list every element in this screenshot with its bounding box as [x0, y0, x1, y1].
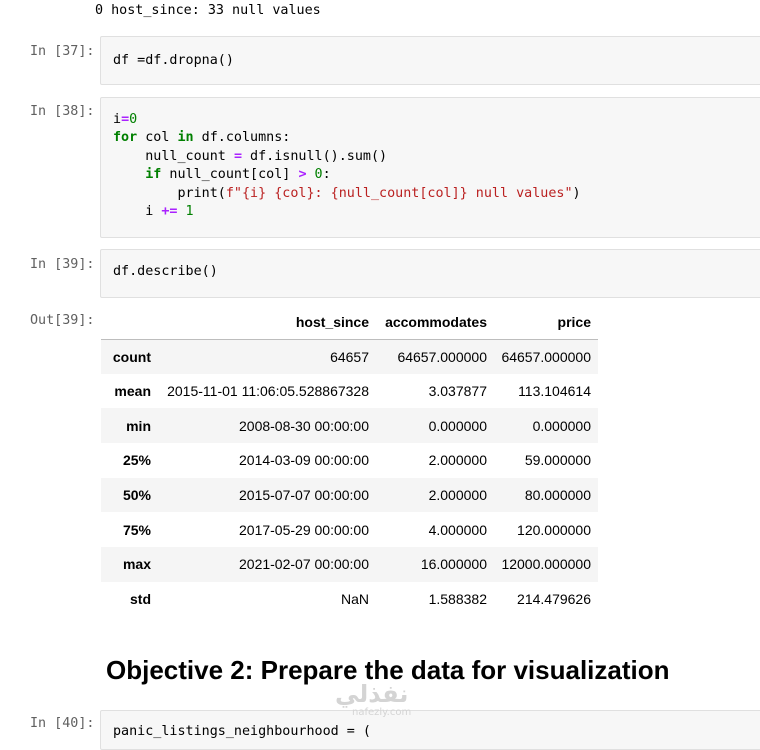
previous-output: 0 host_since: 33 null values — [95, 3, 321, 18]
code-token: for — [113, 130, 138, 146]
row-label: mean — [114, 383, 151, 400]
cell-40-code[interactable]: panic_listings_neighbourhood = ( — [101, 711, 760, 741]
cell-39-code[interactable]: df.describe() — [101, 250, 760, 281]
table-cell: 2.000000 — [428, 452, 487, 469]
code-token: df.isnull().sum() — [242, 148, 388, 164]
cell-38-code[interactable]: i=0 for col in df.columns: null_count = … — [101, 98, 760, 221]
table-cell: 2008-08-30 00:00:00 — [239, 417, 369, 434]
code-token: f"{i} {col}: {null_count[col]} null valu… — [225, 185, 573, 201]
table-cell: 0.000000 — [532, 417, 591, 434]
table-row: 50% 2015-07-07 00:00:00 2.000000 80.000000 — [101, 477, 598, 513]
table-cell: 2.000000 — [428, 487, 487, 504]
code-token: print( — [113, 185, 226, 201]
code-token: ) — [572, 185, 581, 201]
cell-38-prompt: In [38]: — [30, 104, 95, 119]
row-label: 50% — [122, 487, 151, 504]
code-token: in — [177, 130, 194, 146]
table-cell: 16.000000 — [420, 556, 487, 573]
code-token: > — [298, 167, 307, 183]
code-token: null_count[col] — [161, 167, 299, 183]
table-cell: 64657.000000 — [501, 348, 591, 365]
code-token: = — [121, 112, 130, 127]
table-cell: NaN — [340, 591, 369, 608]
table-cell: 64657 — [330, 348, 369, 365]
code-token: = — [233, 148, 242, 164]
table-header-row: host_since accommodates price — [101, 305, 598, 340]
table-index-header — [101, 305, 158, 340]
table-cell: 120.000000 — [517, 521, 591, 538]
table-cell: 64657.000000 — [397, 348, 487, 365]
row-label: 75% — [122, 521, 151, 538]
table-row: mean 2015-11-01 11:06:05.528867328 3.03787… — [101, 374, 598, 409]
column-header: host_since — [158, 305, 376, 340]
table-cell: 80.000000 — [524, 487, 591, 504]
cell-37-code-editor[interactable]: df =df.dropna() — [100, 36, 760, 85]
table-cell: 4.000000 — [428, 521, 487, 538]
code-token: += — [161, 204, 178, 220]
row-label: 25% — [122, 452, 151, 469]
table-row: 25% 2014-03-09 00:00:00 2.000000 59.000000 — [101, 443, 598, 478]
table-cell: 113.104614 — [518, 383, 591, 400]
code-token: i — [113, 112, 122, 127]
column-header: price — [494, 305, 598, 340]
code-token: i — [113, 204, 162, 220]
cell-37-prompt: In [37]: — [30, 44, 95, 59]
table-row: min 2008-08-30 00:00:00 0.000000 0.000000 — [101, 408, 598, 444]
code-token: 0 — [129, 112, 138, 127]
table-row: 75% 2017-05-29 00:00:00 4.000000 120.000000 — [101, 512, 598, 547]
row-label: std — [130, 591, 151, 608]
cell-40-code-editor[interactable]: panic_listings_neighbourhood = ( — [100, 710, 760, 750]
table-cell: 3.037877 — [428, 383, 487, 400]
cell-40-prompt: In [40]: — [30, 716, 95, 731]
code-token: col — [137, 130, 178, 146]
table-row: max 2021-02-07 00:00:00 16.000000 12000.000… — [101, 547, 598, 582]
cell-39-prompt: In [39]: — [30, 257, 95, 272]
code-token: df.columns: — [193, 130, 291, 146]
table-cell: 2014-03-09 00:00:00 — [239, 452, 369, 469]
table-cell: 2021-02-07 00:00:00 — [239, 556, 369, 573]
table-cell: 59.000000 — [524, 452, 591, 469]
code-token: 1 — [177, 204, 194, 220]
code-token: if — [113, 167, 162, 183]
cell-38-code-editor[interactable]: i=0 for col in df.columns: null_count = … — [100, 97, 760, 238]
watermark-logo: نفذلي — [335, 680, 409, 708]
table-cell: 2017-05-29 00:00:00 — [239, 521, 369, 538]
table-cell: 2015-07-07 00:00:00 — [239, 487, 369, 504]
row-label: count — [112, 348, 151, 365]
describe-table: host_since accommodates price count 64657… — [101, 305, 598, 617]
code-token: null_count — [113, 148, 234, 164]
cell-37-code[interactable]: df =df.dropna() — [101, 37, 760, 70]
table-cell: 214.479626 — [517, 591, 591, 608]
cell-39-output-prompt: Out[39]: — [30, 313, 95, 328]
row-label: max — [122, 556, 151, 573]
row-label: min — [126, 417, 151, 434]
code-token: 0 — [306, 167, 323, 183]
table-cell: 2015-11-01 11:06:05.528867328 — [167, 383, 369, 400]
column-header: accommodates — [376, 305, 494, 340]
table-row: std NaN 1.588382 214.479626 — [101, 582, 598, 617]
watermark-url: nafezly.com — [352, 707, 412, 718]
cell-39-code-editor[interactable]: df.describe() — [100, 249, 760, 298]
table-cell: 12000.000000 — [501, 556, 591, 573]
code-token: : — [322, 167, 331, 183]
table-row: count 64657 64657.000000 64657.000000 — [101, 339, 598, 374]
table-cell: 0.000000 — [428, 417, 487, 434]
table-cell: 1.588382 — [428, 591, 487, 608]
